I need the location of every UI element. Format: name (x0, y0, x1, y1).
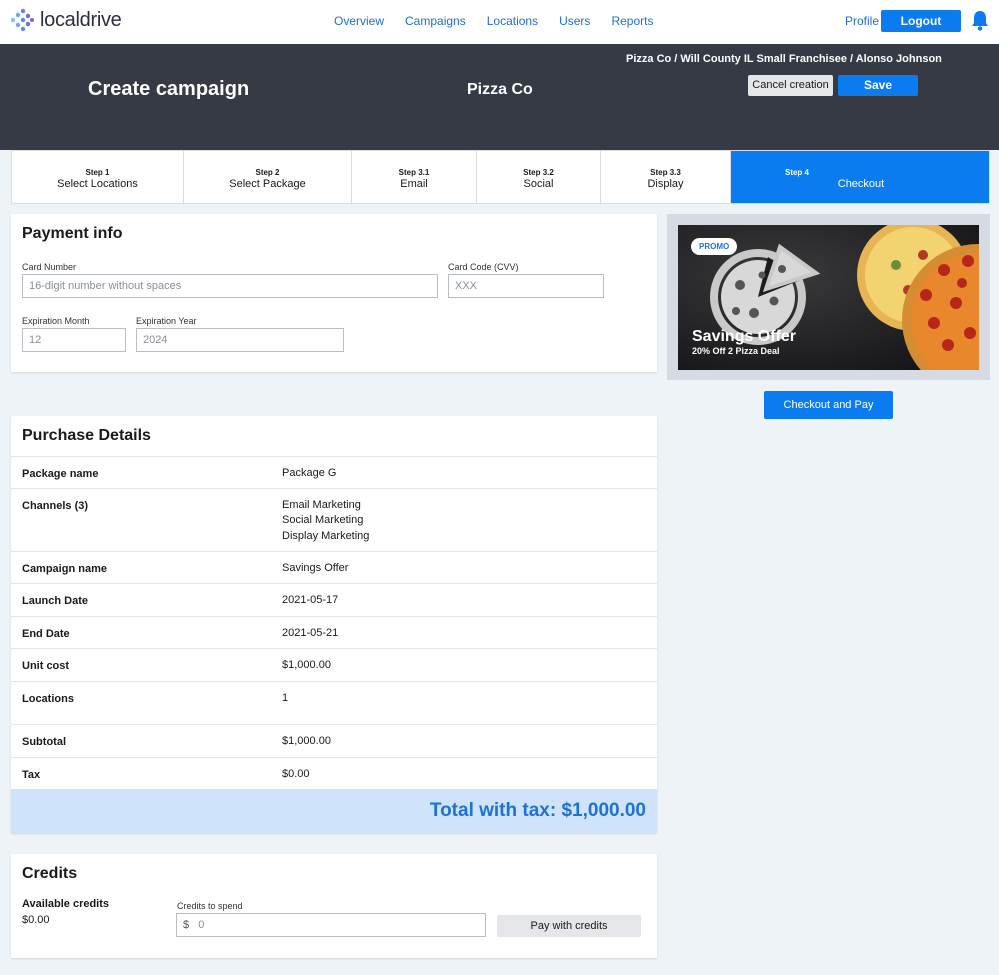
table-row: Tax $0.00 (11, 757, 657, 789)
step-label: Display (647, 178, 684, 190)
card-number-label: Card Number (22, 262, 77, 272)
row-value: Email Marketing (282, 499, 361, 511)
table-row: Locations 1 (11, 681, 657, 724)
step-number: Step 3.1 (398, 168, 430, 177)
checkout-and-pay-button[interactable]: Checkout and Pay (764, 391, 893, 419)
credits-to-spend-value: 0 (198, 919, 205, 931)
row-value: Savings Offer (282, 562, 349, 574)
company-name: Pizza Co (467, 81, 533, 98)
step-select-locations[interactable]: Step 1 Select Locations (12, 151, 184, 203)
nav-overview[interactable]: Overview (334, 14, 384, 28)
cvv-label: Card Code (CVV) (448, 262, 519, 272)
row-key: Campaign name (22, 563, 107, 575)
main-nav: Overview Campaigns Locations Users Repor… (334, 14, 653, 28)
page-title: Create campaign (88, 78, 250, 100)
step-label: Email (400, 178, 428, 190)
credits-title: Credits (22, 865, 78, 882)
row-value: 1 (282, 692, 289, 704)
row-value: $1,000.00 (282, 659, 331, 671)
promo-badge: PROMO (691, 238, 738, 255)
nav-locations[interactable]: Locations (487, 14, 538, 28)
step-social[interactable]: Step 3.2 Social (477, 151, 601, 203)
table-row: Channels (3) Email Marketing Social Mark… (11, 488, 657, 551)
row-value: 2021-05-17 (282, 594, 339, 606)
logo-text: localdrive (40, 8, 122, 31)
card-number-input[interactable]: 16-digit number without spaces (22, 274, 438, 298)
save-button[interactable]: Save (838, 75, 918, 96)
logo[interactable]: localdrive (10, 8, 122, 32)
currency-symbol: $ (183, 919, 190, 931)
pay-with-credits-button[interactable]: Pay with credits (497, 915, 641, 937)
step-tracker: Step 1 Select Locations Step 2 Select Pa… (11, 150, 990, 204)
purchase-details-card: Purchase Details Package name Package G … (11, 416, 657, 833)
table-row: Subtotal $1,000.00 (11, 724, 657, 757)
promo-ad-preview: PROMO Savings Offer 20% Off 2 Pizza Deal (678, 225, 979, 370)
step-label: Checkout (837, 178, 885, 190)
row-value: $1,000.00 (282, 735, 331, 747)
credits-to-spend-label: Credits to spend (177, 901, 243, 911)
step-number: Step 3.2 (523, 168, 554, 177)
table-row: Launch Date 2021-05-17 (11, 583, 657, 616)
table-row: Campaign name Savings Offer (11, 551, 657, 583)
nav-campaigns[interactable]: Campaigns (405, 14, 466, 28)
table-row: Package name Package G (11, 456, 657, 488)
row-key: Subtotal (22, 736, 66, 748)
profile-link[interactable]: Profile (845, 14, 879, 28)
table-row: Unit cost $1,000.00 (11, 648, 657, 681)
row-value: 2021-05-21 (282, 627, 339, 639)
exp-year-label: Expiration Year (136, 316, 197, 326)
table-row: End Date 2021-05-21 (11, 616, 657, 648)
top-navigation: localdrive Overview Campaigns Locations … (0, 0, 999, 44)
total-with-tax: Total with tax: $1,000.00 (429, 800, 646, 821)
step-label: Social (523, 178, 554, 190)
available-credits-value: $0.00 (22, 914, 50, 926)
promo-subtitle: 20% Off 2 Pizza Deal (692, 346, 780, 356)
credits-to-spend-input[interactable]: $ 0 (176, 913, 486, 937)
step-display[interactable]: Step 3.3 Display (601, 151, 731, 203)
step-number: Step 4 (784, 168, 809, 177)
row-key: Tax (22, 769, 41, 781)
credits-card: Credits Available credits $0.00 Credits … (11, 854, 657, 958)
payment-info-title: Payment info (22, 225, 123, 242)
step-select-package[interactable]: Step 2 Select Package (184, 151, 352, 203)
row-key: Channels (3) (22, 500, 89, 512)
step-label: Select Locations (57, 178, 138, 190)
exp-month-input[interactable]: 12 (22, 328, 126, 352)
row-value: Social Marketing (282, 514, 364, 526)
row-key: Locations (22, 693, 74, 705)
nav-reports[interactable]: Reports (611, 14, 653, 28)
step-email[interactable]: Step 3.1 Email (352, 151, 477, 203)
payment-info-card: Payment info Card Number 16-digit number… (11, 214, 657, 372)
promo-title: Savings Offer (692, 328, 797, 345)
row-value: Display Marketing (282, 530, 370, 542)
row-key: Package name (22, 468, 99, 480)
cancel-creation-button[interactable]: Cancel creation (748, 75, 833, 96)
cvv-input[interactable]: XXX (448, 274, 604, 298)
page-header: Create campaign Pizza Co Pizza Co / Will… (0, 44, 999, 150)
total-summary: Total with tax: $1,000.00 (11, 789, 657, 833)
breadcrumb: Pizza Co / Will County IL Small Franchis… (626, 53, 942, 65)
row-key: Launch Date (22, 595, 89, 607)
row-key: Unit cost (22, 660, 70, 672)
step-checkout[interactable]: Step 4 Checkout (731, 151, 989, 203)
step-number: Step 2 (255, 168, 280, 177)
nav-users[interactable]: Users (559, 14, 590, 28)
available-credits-label: Available credits (22, 898, 110, 910)
logout-button[interactable]: Logout (881, 10, 961, 32)
bell-icon[interactable] (970, 10, 990, 32)
promo-preview-frame: PROMO Savings Offer 20% Off 2 Pizza Deal (667, 214, 990, 380)
row-key: End Date (22, 628, 70, 640)
step-label: Select Package (229, 178, 306, 190)
logo-icon (10, 8, 34, 32)
exp-month-label: Expiration Month (22, 316, 90, 326)
row-value: $0.00 (282, 768, 310, 780)
exp-year-input[interactable]: 2024 (136, 328, 344, 352)
purchase-details-title: Purchase Details (22, 427, 151, 444)
step-number: Step 1 (85, 168, 110, 177)
row-value: Package G (282, 467, 337, 479)
